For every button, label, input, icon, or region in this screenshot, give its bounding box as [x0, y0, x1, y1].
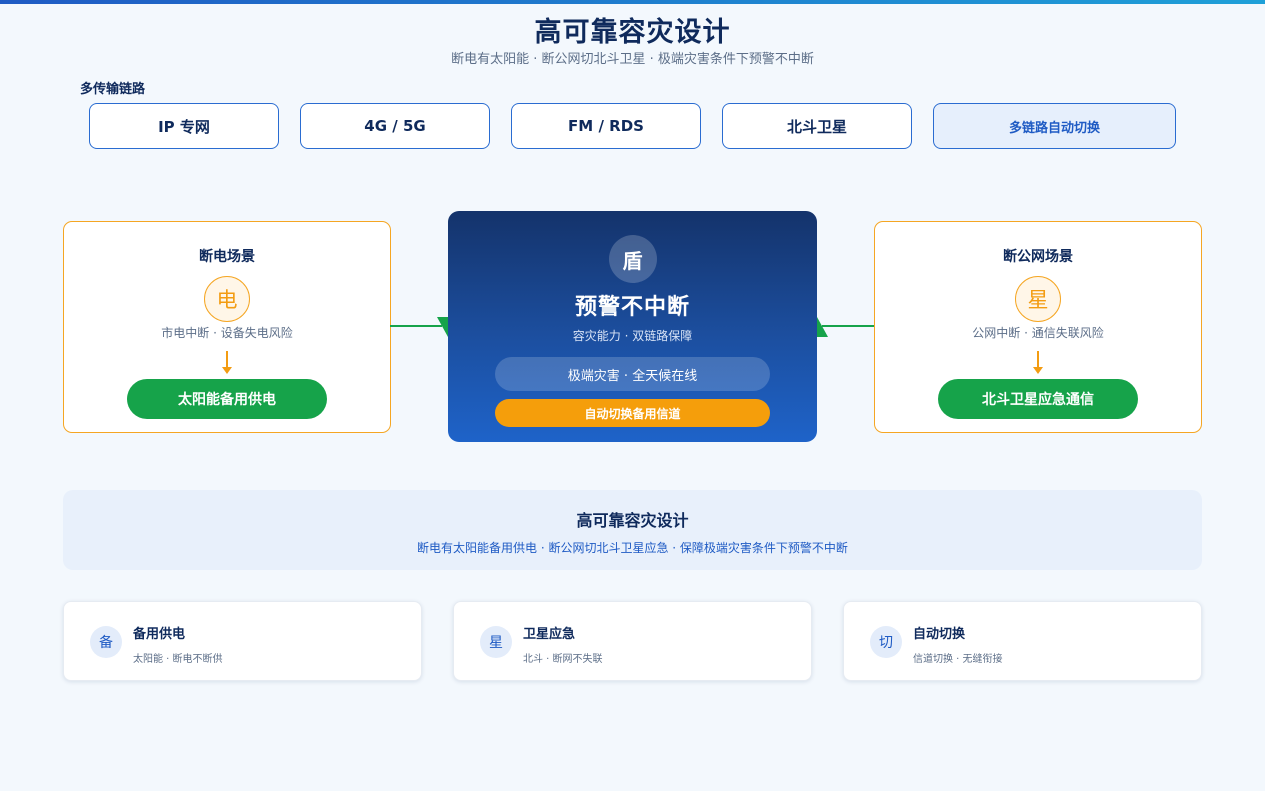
link-4g-5g[interactable]: 4G / 5G — [300, 103, 490, 149]
shield-icon: 盾 — [608, 235, 657, 283]
feature-title: 卫星应急 — [523, 627, 576, 642]
banner-subtitle: 断电有太阳能备用供电 · 断公网切北斗卫星应急 · 保障极端灾害条件下预警不中断 — [417, 541, 848, 555]
feature-title: 自动切换 — [913, 627, 966, 642]
link-fm-rds[interactable]: FM / RDS — [511, 103, 701, 149]
scene-title: 断公网场景 — [1003, 249, 1073, 265]
scene-desc: 公网中断 · 通信失联风险 — [972, 326, 1104, 340]
auto-switch-pill: 自动切换备用信道 — [495, 399, 770, 427]
link-beidou[interactable]: 北斗卫星 — [722, 103, 912, 149]
power-outage-scene-card: 断电场景 电 市电中断 · 设备失电风险 太阳能备用供电 — [63, 221, 391, 433]
down-arrow-icon — [222, 351, 232, 375]
left-connector-line — [390, 325, 442, 327]
beidou-emergency-pill: 北斗卫星应急通信 — [938, 379, 1138, 419]
switch-icon: 切 — [870, 626, 902, 658]
core-assurance-card: 盾 预警不中断 容灾能力 · 双链路保障 极端灾害 · 全天候在线 自动切换备用… — [448, 211, 817, 442]
feature-card-satellite: 星 卫星应急 北斗 · 断网不失联 — [453, 601, 812, 681]
scene-title: 断电场景 — [199, 249, 255, 265]
power-icon: 电 — [204, 276, 250, 322]
top-accent-bar — [0, 0, 1265, 4]
feature-desc: 太阳能 · 断电不断供 — [133, 654, 223, 665]
feature-card-backup-power: 备 备用供电 太阳能 · 断电不断供 — [63, 601, 422, 681]
solar-backup-pill: 太阳能备用供电 — [127, 379, 327, 419]
banner-title: 高可靠容灾设计 — [576, 511, 689, 530]
links-section-label: 多传输链路 — [80, 82, 146, 97]
core-title: 预警不中断 — [574, 295, 690, 320]
scene-desc: 市电中断 · 设备失电风险 — [161, 326, 293, 340]
page-subtitle: 断电有太阳能 · 断公网切北斗卫星 · 极端灾害条件下预警不中断 — [451, 52, 814, 67]
core-subtitle: 容灾能力 · 双链路保障 — [572, 329, 693, 343]
summary-banner: 高可靠容灾设计 断电有太阳能备用供电 · 断公网切北斗卫星应急 · 保障极端灾害… — [63, 490, 1202, 570]
feature-desc: 北斗 · 断网不失联 — [523, 654, 603, 665]
feature-card-auto-switch: 切 自动切换 信道切换 · 无缝衔接 — [843, 601, 1202, 681]
all-weather-pill: 极端灾害 · 全天候在线 — [495, 357, 770, 391]
down-arrow-icon — [1033, 351, 1043, 375]
satellite-icon: 星 — [1015, 276, 1061, 322]
backup-icon: 备 — [90, 626, 122, 658]
link-ip-network[interactable]: IP 专网 — [89, 103, 279, 149]
feature-desc: 信道切换 · 无缝衔接 — [913, 654, 1003, 665]
network-outage-scene-card: 断公网场景 星 公网中断 · 通信失联风险 北斗卫星应急通信 — [874, 221, 1202, 433]
feature-title: 备用供电 — [133, 627, 186, 642]
page-title: 高可靠容灾设计 — [534, 17, 731, 48]
right-connector-line — [822, 325, 875, 327]
satellite-icon: 星 — [480, 626, 512, 658]
link-auto-switch[interactable]: 多链路自动切换 — [933, 103, 1176, 149]
